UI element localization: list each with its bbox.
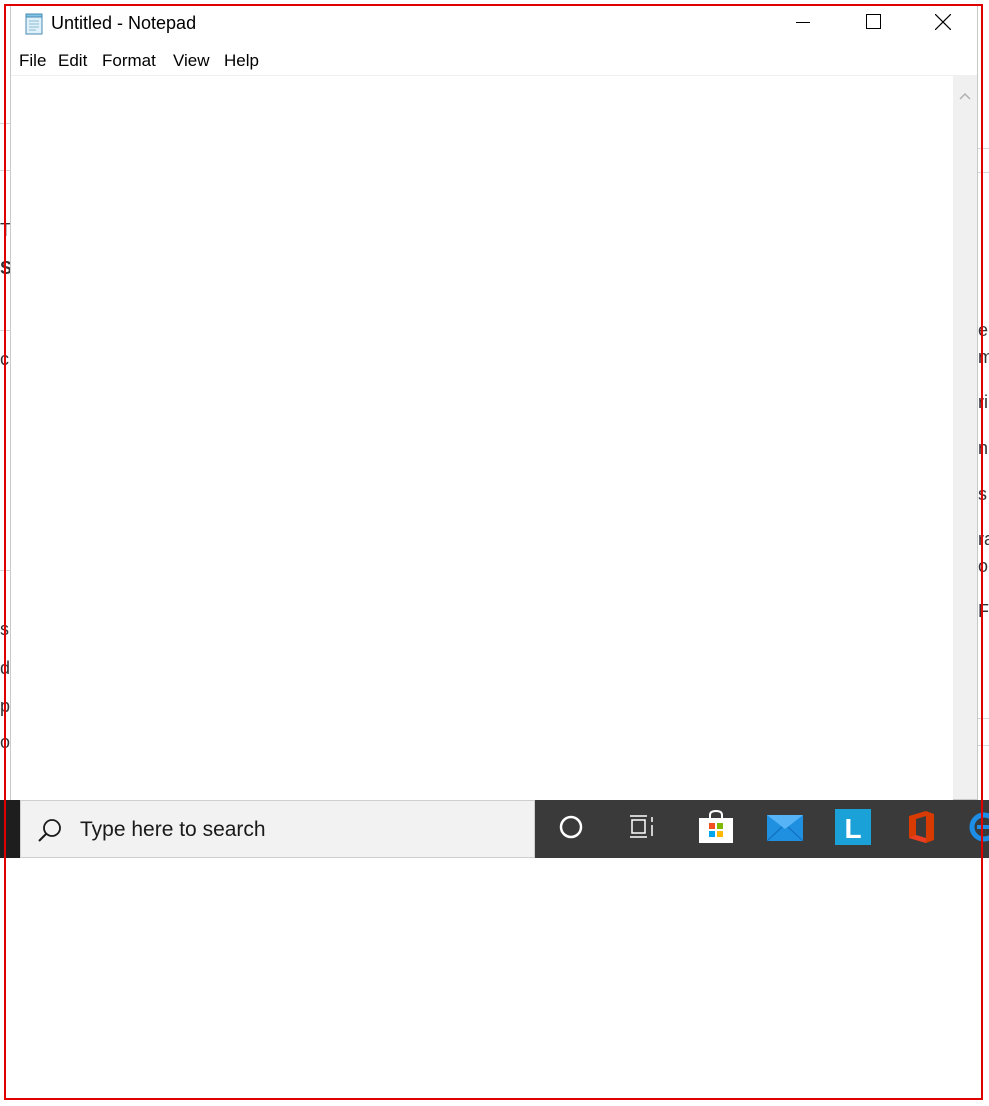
cortana-button[interactable] <box>551 809 591 849</box>
background-text: ra <box>978 529 989 549</box>
background-divider <box>0 123 10 124</box>
background-divider <box>0 330 10 331</box>
background-divider <box>0 570 10 571</box>
background-text: s <box>978 484 987 504</box>
search-placeholder: Type here to search <box>80 818 266 841</box>
background-divider <box>978 172 989 173</box>
background-divider <box>978 718 989 719</box>
notepad-icon <box>24 13 44 35</box>
mail-button[interactable] <box>765 809 805 849</box>
menu-bar: File Edit Format View Help <box>11 47 977 75</box>
menu-edit[interactable]: Edit <box>58 51 87 71</box>
menu-format[interactable]: Format <box>102 51 156 71</box>
search-box[interactable]: Type here to search <box>20 800 535 858</box>
background-text: n <box>978 438 989 458</box>
mail-icon <box>766 812 804 847</box>
svg-text:L: L <box>844 813 861 844</box>
notepad-window: Untitled - Notepad File Edit Format View… <box>10 4 978 800</box>
minimize-button[interactable] <box>768 5 838 43</box>
background-text: c <box>0 349 9 369</box>
l-app-icon: L <box>835 808 871 850</box>
background-text: p <box>0 696 10 716</box>
background-text: e <box>978 320 989 340</box>
background-text: m <box>978 347 989 367</box>
title-bar[interactable]: Untitled - Notepad <box>11 5 977 43</box>
menu-help[interactable]: Help <box>224 51 259 71</box>
text-editor[interactable] <box>11 75 953 800</box>
menu-file[interactable]: File <box>19 51 46 71</box>
scroll-up-icon[interactable] <box>959 87 971 105</box>
maximize-button[interactable] <box>838 5 908 43</box>
maximize-icon <box>865 14 881 34</box>
background-text: Fe <box>978 601 989 621</box>
close-button[interactable] <box>908 5 978 43</box>
close-icon <box>934 13 952 35</box>
menu-view[interactable]: View <box>173 51 210 71</box>
taskbar: Type here to search L <box>0 800 989 858</box>
background-divider <box>978 745 989 746</box>
background-text: o <box>0 732 10 752</box>
task-view-icon <box>629 814 657 845</box>
edge-button[interactable] <box>969 809 989 849</box>
l-app-button[interactable]: L <box>833 808 873 850</box>
search-icon <box>37 817 63 848</box>
store-button[interactable] <box>696 809 736 849</box>
microsoft-store-icon <box>698 809 734 849</box>
office-button[interactable] <box>901 809 941 849</box>
task-view-button[interactable] <box>623 809 663 849</box>
background-text: S <box>0 258 10 278</box>
cortana-icon <box>558 814 584 845</box>
minimize-icon <box>796 15 810 34</box>
office-icon <box>906 810 936 849</box>
background-divider <box>978 148 989 149</box>
background-text: ri <box>978 392 988 412</box>
window-title: Untitled - Notepad <box>51 13 197 33</box>
background-text: T <box>0 220 10 240</box>
background-divider <box>0 170 10 171</box>
start-area[interactable] <box>0 800 20 858</box>
vertical-scrollbar[interactable] <box>953 75 977 799</box>
background-text: s <box>0 619 9 639</box>
edge-icon <box>969 812 989 847</box>
background-text: o <box>978 556 989 576</box>
background-text: di <box>0 658 10 678</box>
